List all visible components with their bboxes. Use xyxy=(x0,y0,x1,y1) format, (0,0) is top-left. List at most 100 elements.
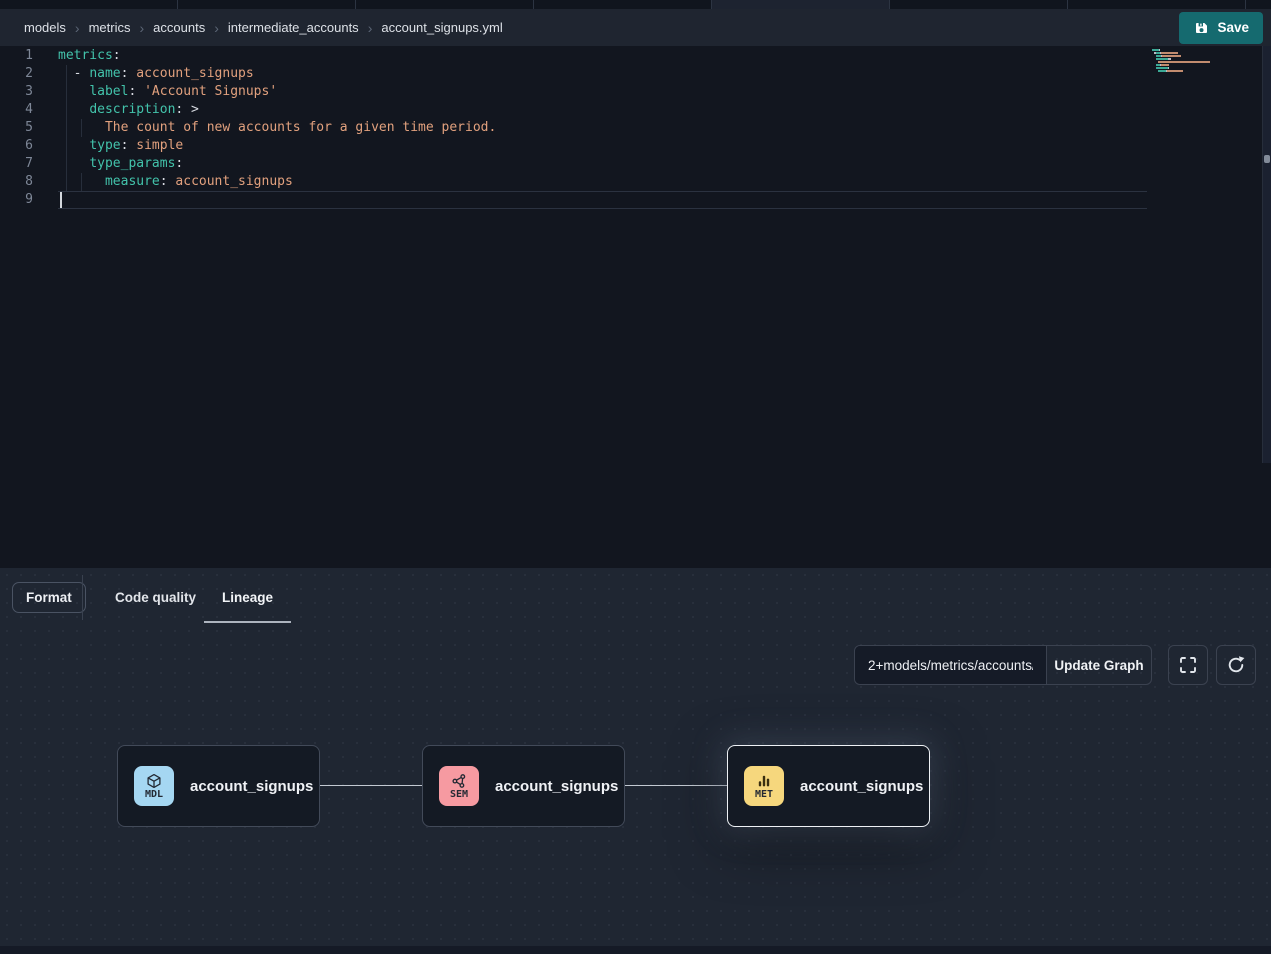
lineage-node-mdl[interactable]: MDL account_signups xyxy=(117,745,320,827)
line-number: 4 xyxy=(0,101,40,119)
line-number: 5 xyxy=(0,119,40,137)
scrollbar-thumb[interactable] xyxy=(1264,155,1270,163)
bar-chart-icon xyxy=(756,773,772,789)
app-tab[interactable] xyxy=(1068,0,1246,9)
line-number: 9 xyxy=(0,191,40,209)
cube-icon xyxy=(146,773,162,789)
lineage-edge xyxy=(320,785,422,786)
minimap-line xyxy=(1152,58,1210,60)
code-token: description xyxy=(89,102,175,117)
code-line[interactable]: 2 - name: account_signups xyxy=(0,65,1147,83)
code-token: account_signups xyxy=(128,66,253,81)
app-tab[interactable] xyxy=(178,0,356,9)
save-button[interactable]: Save xyxy=(1179,12,1263,44)
breadcrumb-separator-icon: › xyxy=(214,21,219,35)
app-tab[interactable] xyxy=(712,0,890,9)
minimap-line xyxy=(1152,64,1210,66)
code-line-content: type_params: xyxy=(58,155,1147,173)
app-tab[interactable] xyxy=(534,0,712,9)
code-token: - xyxy=(74,66,90,81)
line-number: 1 xyxy=(0,47,40,65)
app-tab[interactable] xyxy=(1246,0,1271,9)
code-token xyxy=(58,156,89,171)
node-badge-mdl: MDL xyxy=(134,766,174,806)
indent-guide xyxy=(81,119,82,137)
node-label: account_signups xyxy=(495,778,618,795)
breadcrumb: models › metrics › accounts › intermediate_acc… xyxy=(24,20,1179,35)
node-label: account_signups xyxy=(800,778,923,795)
code-line[interactable]: 5 The count of new accounts for a given … xyxy=(0,119,1147,137)
app-tab[interactable] xyxy=(356,0,534,9)
code-token: label xyxy=(89,84,128,99)
node-label: account_signups xyxy=(190,778,313,795)
code-token xyxy=(58,138,89,153)
code-line[interactable]: 6 type: simple xyxy=(0,137,1147,155)
lineage-node-sem[interactable]: SEM account_signups xyxy=(422,745,625,827)
minimap-line xyxy=(1152,73,1210,75)
node-badge-label: MDL xyxy=(145,790,163,800)
code-line-content: The count of new accounts for a given ti… xyxy=(58,119,1147,137)
line-number: 2 xyxy=(0,65,40,83)
breadcrumb-item[interactable]: accounts xyxy=(153,20,205,35)
topbar: models › metrics › accounts › intermediate_acc… xyxy=(0,9,1271,46)
code-editor[interactable]: 1metrics:2 - name: account_signups3 labe… xyxy=(0,46,1271,568)
indent-guide xyxy=(66,119,67,137)
minimap-line xyxy=(1152,67,1210,69)
line-number: 8 xyxy=(0,173,40,191)
node-badge-met: MET xyxy=(744,766,784,806)
indent-guide xyxy=(66,173,67,191)
minimap[interactable] xyxy=(1152,49,1210,76)
code-line[interactable]: 3 label: 'Account Signups' xyxy=(0,83,1147,101)
code-token: : xyxy=(160,174,168,189)
app-window: models › metrics › accounts › intermediate_acc… xyxy=(0,0,1271,954)
indent-guide xyxy=(66,137,67,155)
code-line-content: label: 'Account Signups' xyxy=(58,83,1147,101)
minimap-line xyxy=(1152,52,1210,54)
code-line[interactable]: 7 type_params: xyxy=(0,155,1147,173)
code-token: 'Account Signups' xyxy=(136,84,277,99)
indent-guide xyxy=(66,155,67,173)
indent-guide xyxy=(66,101,67,119)
code-token xyxy=(58,102,89,117)
lineage-edge xyxy=(625,785,727,786)
code-token: type_params xyxy=(89,156,175,171)
breadcrumb-item[interactable]: intermediate_accounts xyxy=(228,20,359,35)
indent-guide xyxy=(81,173,82,191)
code-line-content: - name: account_signups xyxy=(58,65,1147,83)
editor-scrollbar[interactable] xyxy=(1262,46,1271,463)
code-token: measure xyxy=(105,174,160,189)
bottom-panel: Format Code quality Lineage Update Graph xyxy=(0,568,1271,946)
lineage-node-met[interactable]: MET account_signups xyxy=(727,745,930,827)
code-token: name xyxy=(89,66,120,81)
code-lines: 1metrics:2 - name: account_signups3 labe… xyxy=(0,47,1147,209)
network-triangle-icon xyxy=(451,773,467,789)
save-icon xyxy=(1193,20,1209,36)
breadcrumb-separator-icon: › xyxy=(368,21,373,35)
breadcrumb-item[interactable]: models xyxy=(24,20,66,35)
status-strip xyxy=(0,946,1271,954)
minimap-line xyxy=(1152,70,1210,72)
line-number: 3 xyxy=(0,83,40,101)
minimap-line xyxy=(1152,61,1210,63)
code-line-content xyxy=(58,191,1147,209)
breadcrumb-item[interactable]: metrics xyxy=(89,20,131,35)
lineage-canvas[interactable]: MDL account_signups SEM account_signups MET a… xyxy=(0,568,1271,946)
breadcrumb-separator-icon: › xyxy=(75,21,80,35)
node-badge-label: SEM xyxy=(450,790,468,800)
code-line[interactable]: 1metrics: xyxy=(0,47,1147,65)
code-line[interactable]: 8 measure: account_signups xyxy=(0,173,1147,191)
save-button-label: Save xyxy=(1217,20,1249,35)
code-line-content: type: simple xyxy=(58,137,1147,155)
node-badge-label: MET xyxy=(755,790,773,800)
code-token: The count of new accounts for a given ti… xyxy=(105,120,496,135)
code-line[interactable]: 9 xyxy=(0,191,1147,209)
minimap-line xyxy=(1152,55,1210,57)
minimap-line xyxy=(1152,49,1210,51)
breadcrumb-item[interactable]: account_signups.yml xyxy=(381,20,502,35)
code-line[interactable]: 4 description: > xyxy=(0,101,1147,119)
text-cursor xyxy=(60,192,62,208)
app-tab[interactable] xyxy=(890,0,1068,9)
tab-strip xyxy=(0,0,1271,9)
breadcrumb-separator-icon: › xyxy=(139,21,144,35)
app-tab[interactable] xyxy=(0,0,178,9)
